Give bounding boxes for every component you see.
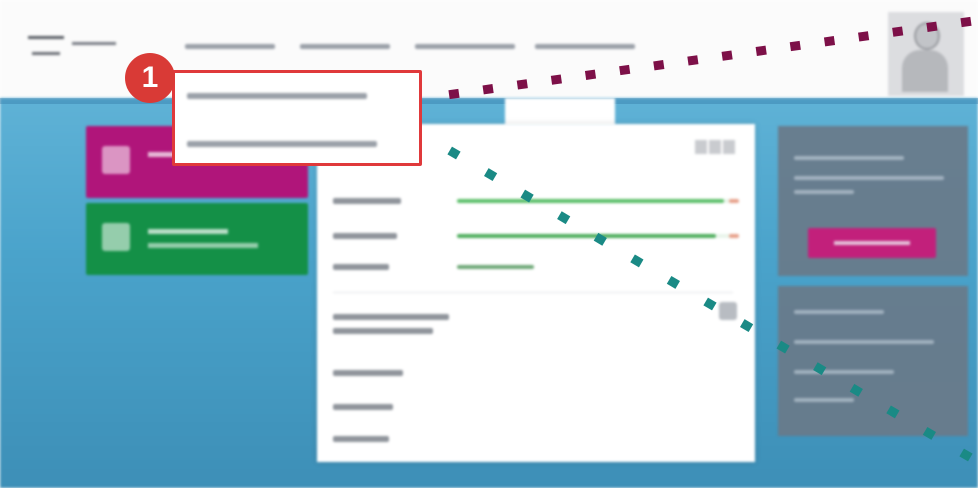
- action-button[interactable]: [808, 228, 936, 258]
- nav-link-1[interactable]: [185, 44, 275, 49]
- usage-bar-1: [457, 199, 724, 203]
- right-card-line: [794, 190, 854, 194]
- usage-row-label-1: [333, 198, 401, 204]
- panel-list-item-2[interactable]: [333, 404, 393, 410]
- panel-toolbar-icons[interactable]: [695, 140, 739, 158]
- right-card-line: [794, 398, 854, 402]
- right-card-line: [794, 370, 894, 374]
- usage-bar-2: [457, 234, 716, 238]
- panel-divider: [333, 292, 733, 293]
- usage-bar-end-1: [729, 199, 739, 203]
- right-card-line: [794, 156, 904, 160]
- right-card-1: [778, 126, 968, 276]
- right-card-line: [794, 176, 944, 180]
- tile-icon: [102, 146, 130, 174]
- nav-link-4[interactable]: [535, 44, 635, 49]
- usage-row-label-2: [333, 233, 397, 239]
- dashboard-tile-green[interactable]: [86, 203, 308, 275]
- highlighted-dropdown-menu: [172, 70, 422, 166]
- panel-list-item-3[interactable]: [333, 436, 389, 442]
- tile-label: [148, 229, 228, 234]
- right-sidebar: [770, 110, 978, 480]
- panel-list-item-1[interactable]: [333, 370, 403, 376]
- usage-bar-3: [457, 265, 534, 269]
- nav-link-2[interactable]: [300, 44, 390, 49]
- settings-icon[interactable]: [719, 302, 737, 320]
- user-avatar-icon[interactable]: [888, 12, 964, 96]
- dropdown-menu-item-2[interactable]: [187, 141, 377, 147]
- panel-tab[interactable]: [505, 98, 615, 126]
- tile-icon: [102, 223, 130, 251]
- center-panel: [317, 124, 755, 462]
- app-logo[interactable]: [28, 32, 138, 68]
- panel-sub-heading-2: [333, 328, 433, 334]
- usage-bar-end-2: [729, 234, 739, 238]
- nav-link-3[interactable]: [415, 44, 515, 49]
- tile-sublabel: [148, 243, 258, 248]
- step-number-badge: 1: [125, 53, 175, 103]
- usage-row-label-3: [333, 264, 389, 270]
- right-card-2: [778, 286, 968, 436]
- dropdown-menu-item-1[interactable]: [187, 93, 367, 99]
- panel-sub-heading: [333, 314, 449, 320]
- right-card-line: [794, 310, 884, 314]
- right-card-line: [794, 340, 934, 344]
